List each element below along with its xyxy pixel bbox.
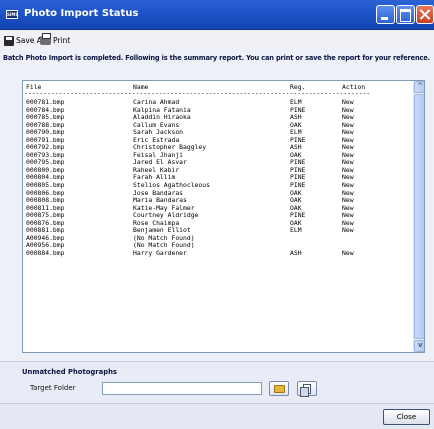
file-cell: 000884.bmp [26,248,65,257]
summary-message: Batch Photo Import is completed. Followi… [3,54,430,62]
report-row: 000793.bmp Feisal Jhanji OAK New [25,151,413,160]
report-row: 000884.bmp Harry Gardener ASH New [25,248,413,258]
close-window-button[interactable] [416,5,434,24]
maximize-button[interactable] [396,5,415,24]
report-rows: 000781.bmp Carina Ahmad ELM New 000784.bmp Ka… [25,98,413,258]
action-cell: New [342,226,354,235]
footer: Close [0,403,434,429]
reg-cell: ELM [290,226,302,235]
report-row: 000875.bmp Courtney Aldridge PINE New [25,212,413,220]
report-row: 000811.bmp Katie-May Falmer OAK New [25,204,413,213]
unmatched-title: Unmatched Photographs [22,368,117,376]
report-row: 000805.bmp Stelios Agathocleous PINE New [25,181,413,190]
report-row: 000804.bmp Farah Allim PINE New [25,174,413,182]
toolbar: Save As Print [0,30,434,50]
browse-folder-button[interactable] [269,381,289,396]
scroll-down-button[interactable] [414,340,424,352]
report-row: A00956.bmp (No Match Found) [25,242,413,250]
photo-import-status-window: SIMS Photo Import Status Save As Print B… [0,0,434,429]
report-row: 000784.bmp Kalpina Fatania PINE New [25,106,413,115]
close-button[interactable]: Close [383,409,430,425]
report-row: A00946.bmp (No Match Found) [25,234,413,243]
minimize-button[interactable] [376,5,395,24]
copy-icon [300,384,311,397]
window-title: Photo Import Status [24,8,139,19]
report-row: 000881.bmp Benjamen Elliot ELM New [25,227,413,235]
report-row: 000808.bmp Maria Bandaras OAK New [25,197,413,205]
unmatched-photographs-section: Unmatched Photographs Target Folder [0,361,434,403]
report-row: 000800.bmp Raheel Kabir PINE New [25,166,413,175]
report-text: File Name Reg. Action ------------------… [23,81,414,352]
name-cell: Harry Gardener [133,248,187,257]
report-row: 000788.bmp Callum Evans OAK New [25,121,413,130]
report-row: 000795.bmp Jared El Asvar PINE New [25,159,413,167]
scroll-up-button[interactable] [414,81,424,93]
action-cell: New [342,248,354,257]
report-row: 000806.bmp Jose Bandaras OAK New [25,189,413,198]
target-folder-label: Target Folder [30,384,76,392]
sims-app-icon: SIMS [6,10,19,19]
reg-cell: ASH [290,248,302,257]
target-folder-input[interactable] [102,382,262,395]
report-row: 000790.bmp Sarah Jackson ELM New [25,129,413,137]
summary-report[interactable]: File Name Reg. Action ------------------… [22,80,425,353]
scroll-thumb[interactable] [414,94,424,339]
printer-icon [40,33,51,45]
title-bar: SIMS Photo Import Status [0,0,434,30]
report-row: 000785.bmp Aladdin Hiraoka ASH New [25,114,413,122]
folder-icon [274,385,285,393]
report-row: 000791.bmp Eric Estrada PINE New [25,136,413,145]
report-row: 000876.bmp Rose Chaimpa OAK New [25,219,413,228]
header-rule: ----------------------------------------… [24,89,371,97]
report-row: 000781.bmp Carina Ahmad ELM New [25,98,413,107]
open-folder-button[interactable] [297,381,317,397]
vertical-scrollbar[interactable] [413,81,424,352]
report-row: 000792.bmp Christopher Baggley ASH New [25,144,413,152]
print-label: Print [53,36,71,45]
print-button[interactable]: Print [40,33,71,47]
floppy-disk-icon [4,35,14,46]
